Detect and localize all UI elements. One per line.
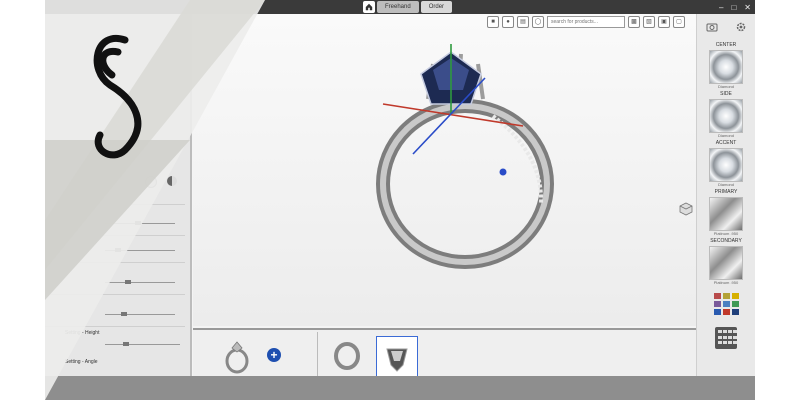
panel-section <box>45 296 185 327</box>
palette-color-4[interactable] <box>722 301 730 307</box>
material-label: SIDE <box>720 91 732 97</box>
slider-knob[interactable] <box>125 280 131 284</box>
material-caption: Platinum .950 <box>713 280 739 285</box>
palette-color-2[interactable] <box>731 293 739 299</box>
slider-knob[interactable] <box>123 342 129 346</box>
material-caption: Platinum .950 <box>713 231 739 236</box>
viewport-3d[interactable]: ■ ● ▤ ◯ ▩ ▧ ▣ ▢ <box>193 14 697 326</box>
cube-view-icon[interactable]: ■ <box>487 16 499 28</box>
thumbnail-solitaire[interactable] <box>217 336 257 376</box>
material-center[interactable]: CENTER Diamond <box>697 42 755 89</box>
material-secondary[interactable]: SECONDARY Platinum .950 <box>697 238 755 285</box>
palette-color-7[interactable] <box>722 309 730 315</box>
slider-knob[interactable] <box>121 312 127 316</box>
fullscreen-icon[interactable]: ▢ <box>673 16 685 28</box>
home-icon <box>365 3 373 11</box>
diamond-swatch[interactable] <box>709 148 743 182</box>
material-caption: Diamond <box>717 182 734 187</box>
materials-panel: CENTER Diamond SIDE Diamond ACCENT Diamo… <box>696 14 755 376</box>
camera-icon[interactable] <box>706 22 718 32</box>
calculator-icon[interactable] <box>715 327 737 349</box>
slider-knob[interactable] <box>115 248 121 252</box>
material-primary[interactable]: PRIMARY Platinum .950 <box>697 189 755 236</box>
thumbnail-head-selected[interactable]: 00 00 0.5 <box>376 336 418 383</box>
slider[interactable] <box>105 248 175 252</box>
slider-knob[interactable] <box>135 221 141 225</box>
palette-color-5[interactable] <box>731 301 739 307</box>
left-panel: Setting - Height Setting - Angle <box>45 14 192 376</box>
image-icon[interactable]: ▣ <box>658 16 670 28</box>
app-window: Freehand Order – □ ✕ Setting - Height Se… <box>45 0 755 400</box>
palette-color-6[interactable] <box>713 309 721 315</box>
render-icon[interactable]: ● <box>502 16 514 28</box>
tab-freehand[interactable]: Freehand <box>377 1 419 13</box>
slider[interactable] <box>105 221 175 225</box>
window-controls: – □ ✕ <box>719 0 751 14</box>
half-circle-icon[interactable] <box>167 176 177 186</box>
color-palette[interactable] <box>713 293 739 315</box>
ring-thumbnail-icon <box>225 341 249 374</box>
component-strip: + 00 00 00 00 00 0.5 <box>193 328 697 383</box>
palette-color-0[interactable] <box>713 293 721 299</box>
circle-icon[interactable] <box>145 176 157 188</box>
slider[interactable] <box>105 312 175 316</box>
palette-color-1[interactable] <box>722 293 730 299</box>
material-label: CENTER <box>715 42 737 48</box>
panel-section <box>45 236 185 263</box>
close-icon[interactable]: ✕ <box>744 3 751 12</box>
layers-icon[interactable]: ▤ <box>517 16 529 28</box>
material-caption: Diamond <box>717 133 734 138</box>
palette-color-3[interactable] <box>713 301 721 307</box>
material-label: ACCENT <box>715 140 737 146</box>
add-component-button[interactable]: + <box>267 348 281 362</box>
panel-toolbar <box>697 14 755 40</box>
viewport-toolbar: ■ ● ▤ ◯ ▩ ▧ ▣ ▢ <box>487 16 685 28</box>
thumbnail-band[interactable]: 00 00 00 <box>327 336 367 382</box>
setting-height-slider[interactable] <box>105 342 180 346</box>
divider <box>317 332 318 376</box>
setting-height-label: Setting - Height <box>65 330 100 336</box>
ring-model[interactable] <box>373 44 573 274</box>
diamond-swatch[interactable] <box>709 50 743 84</box>
palette-color-8[interactable] <box>731 309 739 315</box>
material-label: PRIMARY <box>714 189 738 195</box>
ring-icon[interactable]: ◯ <box>532 16 544 28</box>
folder-icon[interactable]: ▧ <box>643 16 655 28</box>
material-caption: Diamond <box>717 84 734 89</box>
save-icon[interactable]: ▩ <box>628 16 640 28</box>
pivot-handle <box>499 168 507 176</box>
setting-angle-label: Setting - Angle <box>65 359 98 365</box>
tab-order[interactable]: Order <box>420 1 453 13</box>
diamond-swatch[interactable] <box>709 99 743 133</box>
platinum-swatch[interactable] <box>709 197 743 231</box>
panel-section <box>45 264 185 295</box>
search-input[interactable] <box>547 16 625 28</box>
minimize-icon[interactable]: – <box>719 3 723 12</box>
panel-section <box>45 154 185 205</box>
panel-section <box>45 209 185 236</box>
material-label: SECONDARY <box>710 238 742 244</box>
band-thumbnail-icon <box>334 342 360 370</box>
head-thumbnail-icon <box>386 348 408 372</box>
platinum-swatch[interactable] <box>709 246 743 280</box>
mode-switcher: Freehand Order <box>363 1 453 13</box>
home-button[interactable] <box>363 1 375 13</box>
material-side[interactable]: SIDE Diamond <box>697 91 755 138</box>
navigation-cube-icon[interactable] <box>679 202 693 216</box>
title-bar: Freehand Order – □ ✕ <box>45 0 755 14</box>
status-footer <box>45 376 755 400</box>
maximize-icon[interactable]: □ <box>731 3 736 12</box>
gear-icon[interactable] <box>735 21 747 33</box>
material-accent[interactable]: ACCENT Diamond <box>697 140 755 187</box>
slider[interactable] <box>105 280 175 284</box>
